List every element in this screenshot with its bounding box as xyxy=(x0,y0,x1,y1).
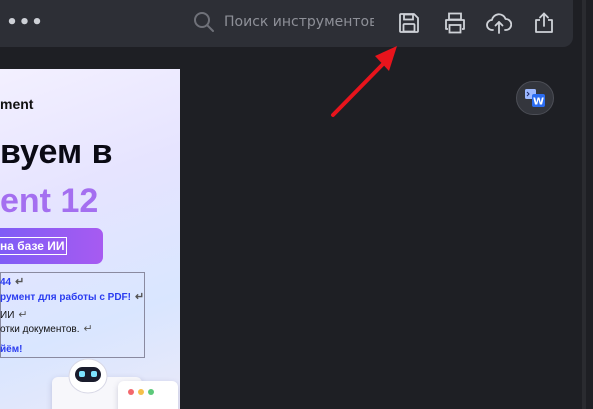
document-text-line[interactable]: йём! xyxy=(0,344,22,355)
more-options-button[interactable]: ••• xyxy=(6,12,43,33)
document-page: ment вуем в ent 12 на базе ИИ 44 ↵ румент… xyxy=(0,69,180,409)
document-text-line[interactable]: румент для работы с PDF! ↵ xyxy=(0,290,144,303)
document-illustration-card xyxy=(118,381,178,409)
document-text-line-content: румент для работы с PDF! xyxy=(0,292,131,303)
document-text-line[interactable]: отки документов. ↵ xyxy=(0,322,93,335)
document-ai-banner-label: на базе ИИ xyxy=(0,237,67,255)
document-title: вуем в xyxy=(0,133,113,171)
convert-to-word-icon: W xyxy=(525,89,545,108)
top-toolbar: ••• xyxy=(0,0,573,47)
share-icon[interactable] xyxy=(530,9,558,37)
document-title-accent: ent 12 xyxy=(0,182,99,220)
robot-mascot-icon xyxy=(68,358,108,394)
document-text-line-content: ИИ xyxy=(0,310,15,321)
paragraph-mark-icon: ↵ xyxy=(83,323,93,335)
document-text-line-content: йём! xyxy=(0,344,23,355)
search-icon xyxy=(192,10,216,34)
paragraph-mark-icon: ↵ xyxy=(135,291,145,303)
document-text-line-content: 44 xyxy=(0,277,12,288)
document-text-line[interactable]: 44 ↵ xyxy=(0,275,24,288)
document-text-line-content: отки документов. xyxy=(0,324,80,335)
app-window: ••• Поиск инструментов ment вуем в ent 1… xyxy=(0,0,593,409)
word-letter: W xyxy=(533,97,544,108)
convert-to-word-button[interactable]: W xyxy=(516,81,554,115)
tool-search-box[interactable] xyxy=(192,9,377,35)
document-ai-banner: на базе ИИ xyxy=(0,228,103,264)
document-text-line[interactable]: ИИ ↵ xyxy=(0,308,28,321)
save-icon[interactable] xyxy=(395,9,423,37)
tool-search-input[interactable] xyxy=(216,14,374,30)
paragraph-mark-icon: ↵ xyxy=(18,309,28,321)
cloud-upload-icon[interactable] xyxy=(485,9,513,37)
print-icon[interactable] xyxy=(441,9,469,37)
document-brand-text: ment xyxy=(0,96,34,112)
paragraph-mark-icon: ↵ xyxy=(15,276,25,288)
vertical-scrollbar[interactable] xyxy=(582,0,586,409)
